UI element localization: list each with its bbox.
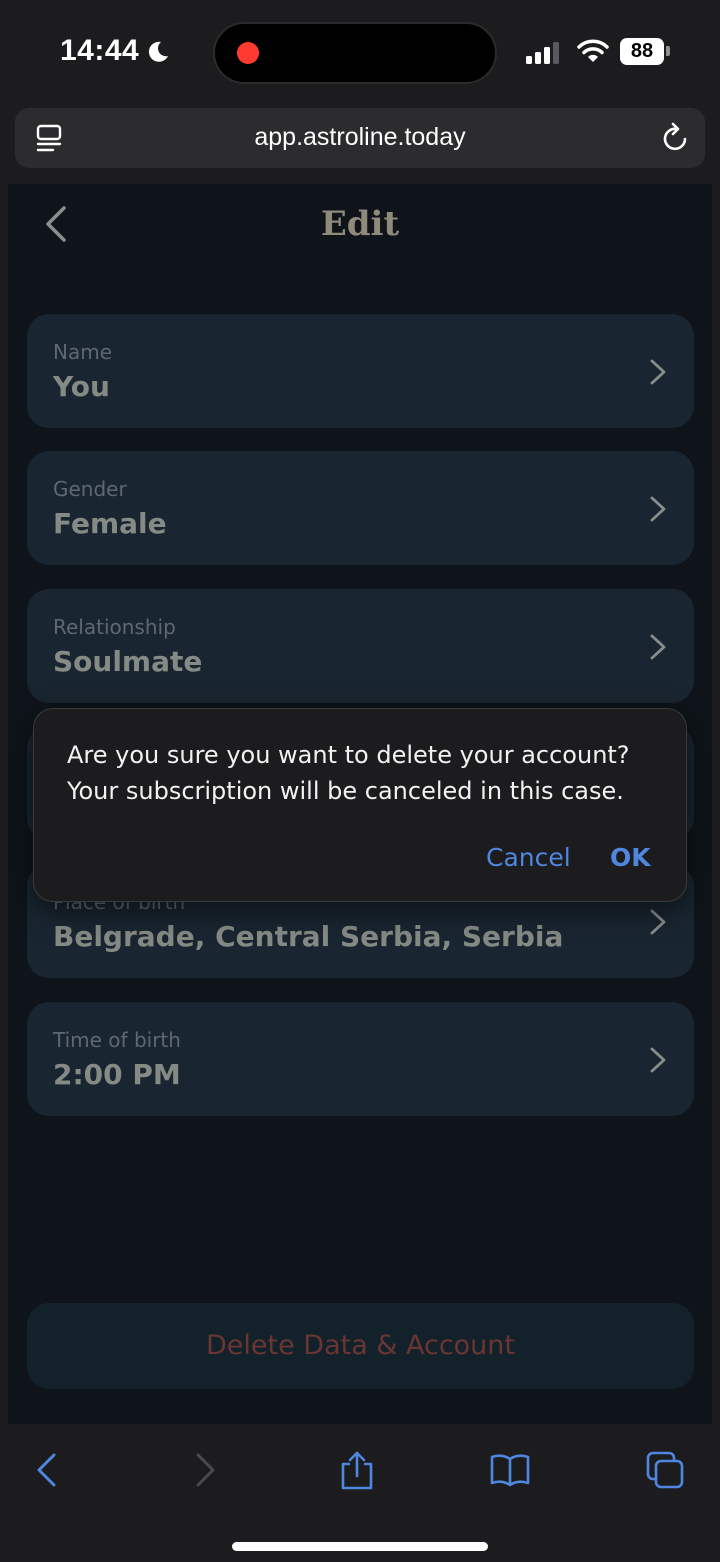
share-icon[interactable] (337, 1450, 377, 1490)
browser-back-icon[interactable] (27, 1450, 67, 1490)
cellular-signal-icon (526, 42, 559, 64)
delete-account-button[interactable]: Delete Data & Account (27, 1303, 694, 1389)
field-value: 2:00 PM (53, 1058, 181, 1091)
chevron-right-icon (650, 634, 666, 660)
url-text[interactable]: app.astroline.today (15, 123, 705, 152)
field-value: Belgrade, Central Serbia, Serbia (53, 920, 564, 953)
browser-toolbar (0, 1424, 720, 1562)
dynamic-island (213, 22, 497, 84)
address-bar[interactable]: app.astroline.today (15, 108, 705, 168)
home-indicator (232, 1542, 488, 1551)
tabs-icon[interactable] (645, 1450, 685, 1490)
page-header: Edit (8, 184, 712, 274)
field-value: Soulmate (53, 645, 203, 678)
dialog-message: Are you sure you want to delete your acc… (67, 741, 630, 805)
status-bar: 14:44 88 (0, 0, 720, 105)
recording-indicator-icon (237, 42, 259, 64)
field-relationship[interactable]: Relationship Soulmate (27, 589, 694, 703)
field-label: Gender (53, 477, 127, 501)
chevron-right-icon (650, 496, 666, 522)
dialog-cancel-button[interactable]: Cancel (486, 843, 571, 872)
field-label: Relationship (53, 615, 176, 639)
confirm-delete-dialog: Are you sure you want to delete your acc… (33, 708, 687, 902)
wifi-icon (577, 39, 609, 62)
bookmarks-icon[interactable] (490, 1450, 530, 1490)
dialog-ok-button[interactable]: OK (610, 843, 651, 872)
chevron-right-icon (650, 359, 666, 385)
field-label: Time of birth (53, 1028, 181, 1052)
page-title: Edit (320, 204, 400, 244)
field-name[interactable]: Name You (27, 314, 694, 428)
chevron-right-icon (650, 909, 666, 935)
field-label: Name (53, 340, 113, 364)
field-gender[interactable]: Gender Female (27, 451, 694, 565)
field-time-of-birth[interactable]: Time of birth 2:00 PM (27, 1002, 694, 1116)
field-value: Female (53, 507, 167, 540)
chevron-right-icon (650, 1047, 666, 1073)
moon-icon (148, 41, 168, 62)
battery-cap (666, 46, 670, 56)
battery-level: 88 (620, 38, 664, 65)
status-time: 14:44 (60, 34, 140, 67)
field-value: You (53, 370, 110, 403)
browser-forward-icon[interactable] (185, 1450, 225, 1490)
reload-icon[interactable] (660, 121, 690, 153)
